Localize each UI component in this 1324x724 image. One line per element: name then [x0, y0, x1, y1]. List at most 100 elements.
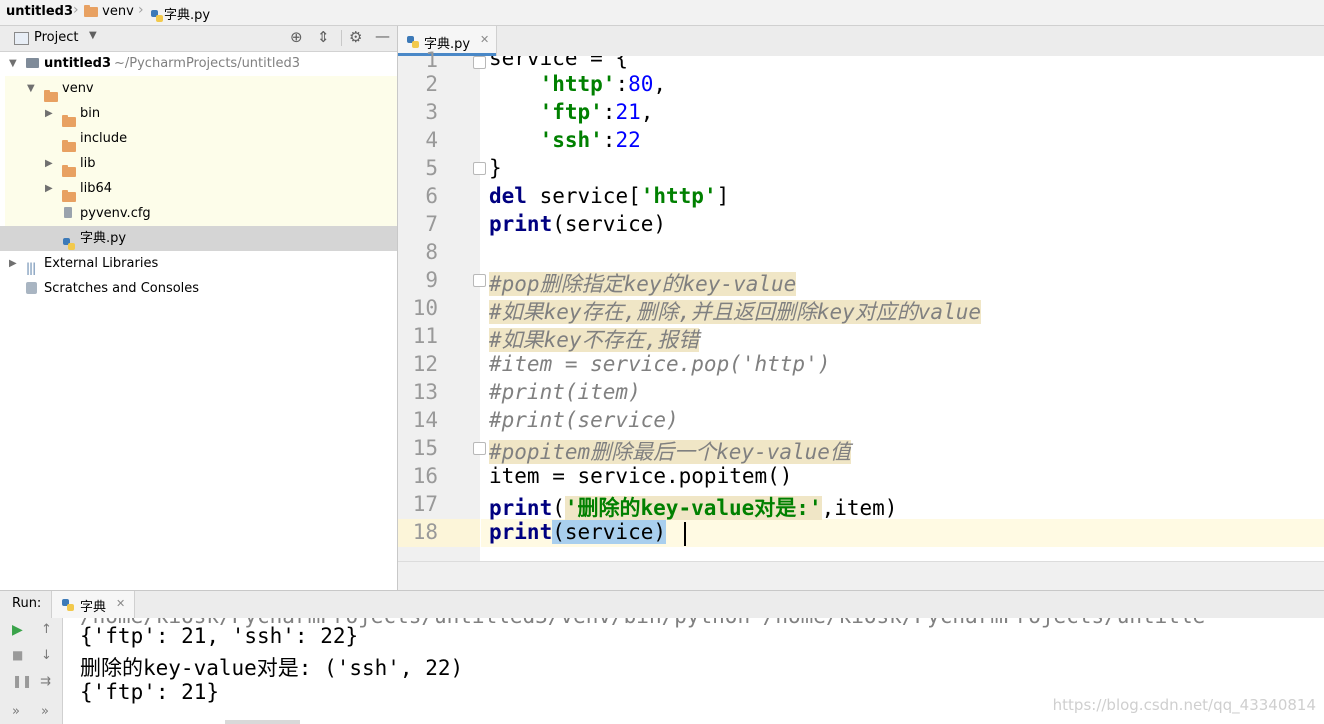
tree-item-venv[interactable]: ▼ venv [0, 76, 397, 102]
keyword-token: del [489, 184, 527, 208]
string-token: 'ftp' [539, 100, 603, 124]
breadcrumb-project[interactable]: untitled3 [6, 4, 73, 19]
tree-item-label: untitled3 [44, 56, 112, 71]
string-token: 'ssh' [539, 128, 603, 152]
pause-icon[interactable]: ❚❚ [12, 674, 32, 688]
editor-empty-area [398, 561, 1324, 591]
number-token: 22 [615, 128, 641, 152]
line-number: 13 [412, 380, 438, 404]
chevron-down-icon[interactable]: ▼ [89, 30, 97, 41]
fold-marker-icon[interactable] [473, 162, 486, 175]
tree-item-label: lib [80, 156, 96, 171]
tree-item-lib[interactable]: ▶ lib [0, 151, 397, 177]
scratches-icon [26, 282, 37, 294]
minimize-icon[interactable]: — [375, 27, 390, 45]
code-line: del service['http'] [489, 184, 729, 208]
run-tab-label: 字典 [80, 600, 107, 615]
line-number: 8 [425, 240, 438, 264]
stop-icon[interactable]: ■ [12, 648, 23, 662]
string-token: 'http' [640, 184, 717, 208]
run-toolbar: ▶ ↑ ■ ↓ ❚❚ ⇉ » » [0, 618, 63, 724]
fold-marker-icon[interactable] [473, 274, 486, 287]
code-token: ,item) [821, 496, 898, 520]
folder-icon [44, 89, 58, 102]
folder-symlink-icon [62, 189, 76, 202]
up-arrow-icon[interactable]: ↑ [41, 622, 52, 637]
code-line: 'ftp':21, [539, 100, 654, 124]
wrap-icon[interactable]: ⇉ [40, 674, 51, 689]
tree-item-project-root[interactable]: ▼ untitled3 ~/PycharmProjects/untitled3 [0, 51, 397, 76]
watermark: https://blog.csdn.net/qq_43340814 [1052, 696, 1316, 714]
breadcrumb-separator: › [138, 2, 144, 18]
collapse-icon[interactable]: ⇕ [317, 28, 330, 46]
comment-token: #如果key存在,删除,并且返回删除key对应的value [489, 300, 982, 324]
console-line: 删除的key-value对是: ('ssh', 22) [80, 656, 464, 680]
breadcrumb-file[interactable]: 字典.py [150, 4, 210, 23]
collapse-arrow-icon[interactable]: ▶ [45, 176, 53, 201]
string-token: 'http' [539, 72, 616, 96]
tree-item-pyvenv-cfg[interactable]: pyvenv.cfg [0, 201, 397, 226]
comment-token: #pop删除指定key的key-value [489, 272, 797, 296]
tree-item-scratches[interactable]: Scratches and Consoles [0, 276, 397, 301]
tree-item-label: bin [80, 106, 101, 121]
scrollbar[interactable] [225, 720, 300, 724]
python-file-icon [62, 237, 76, 251]
comment-token: #popitem删除最后一个key-value值 [489, 440, 851, 464]
tree-item-label: External Libraries [44, 256, 159, 271]
play-icon[interactable]: ▶ [12, 622, 23, 638]
python-file-icon [61, 598, 75, 612]
line-number: 16 [412, 464, 438, 488]
down-arrow-icon[interactable]: ↓ [41, 648, 52, 663]
target-icon[interactable]: ⊕ [290, 28, 303, 46]
navigation-bar: untitled3 › venv › 字典.py [0, 0, 1324, 26]
run-label: Run: [12, 596, 42, 611]
code-line: } [489, 156, 502, 180]
tree-item-label: Scratches and Consoles [44, 281, 200, 296]
expand-arrow-icon[interactable]: ▼ [27, 76, 35, 101]
close-icon[interactable]: ✕ [116, 597, 125, 610]
divider [341, 30, 342, 46]
breadcrumb-folder[interactable]: venv [84, 4, 134, 19]
tree-item-label: pyvenv.cfg [80, 206, 151, 221]
expand-arrow-icon[interactable]: ▼ [9, 51, 17, 76]
tree-item-path: ~/PycharmProjects/untitled3 [114, 56, 300, 71]
run-tab[interactable]: 字典 ✕ [51, 591, 135, 618]
collapse-arrow-icon[interactable]: ▶ [45, 151, 53, 176]
tree-item-bin[interactable]: ▶ bin [0, 101, 397, 127]
line-number: 3 [425, 100, 438, 124]
project-view-icon [14, 32, 29, 45]
collapse-arrow-icon[interactable]: ▶ [45, 101, 53, 126]
code-line: #pop删除指定key的key-value [489, 268, 797, 298]
close-icon[interactable]: ✕ [480, 33, 489, 46]
more-icon[interactable]: » [41, 704, 49, 719]
project-panel: Project ▼ ⊕ ⇕ ⚙ — ▼ untitled3 ~/PycharmP… [0, 26, 398, 590]
code-line: service = { [489, 56, 629, 70]
project-view-selector[interactable]: Project [34, 30, 78, 45]
line-number: 5 [425, 156, 438, 180]
gear-icon[interactable]: ⚙ [349, 28, 362, 46]
tree-item-lib64[interactable]: ▶ lib64 [0, 176, 397, 202]
code-line: #如果key存在,删除,并且返回删除key对应的value [489, 296, 982, 326]
code-line: #popitem删除最后一个key-value值 [489, 436, 851, 466]
code-token: (service) [552, 520, 667, 544]
breadcrumb-separator: › [73, 2, 79, 18]
python-file-icon [150, 9, 164, 23]
keyword-token: print [489, 212, 553, 236]
code-line: #item = service.pop('http') [489, 352, 830, 376]
tree-item-external-libraries[interactable]: ▶ ||| External Libraries [0, 251, 397, 276]
project-panel-header: Project ▼ ⊕ ⇕ ⚙ — [0, 26, 397, 52]
line-number: 15 [412, 436, 438, 460]
run-panel-header: Run: 字典 ✕ [0, 590, 1324, 619]
fold-marker-icon[interactable] [473, 442, 486, 455]
number-token: 21 [615, 100, 641, 124]
code-line: #print(item) [489, 380, 641, 404]
collapse-arrow-icon[interactable]: ▶ [9, 251, 17, 276]
more-icon[interactable]: » [12, 704, 20, 719]
tree-item-include[interactable]: include [0, 126, 397, 152]
folder-icon [62, 139, 76, 152]
line-number: 1 [425, 48, 438, 72]
code-line: 'ssh':22 [539, 128, 641, 152]
python-file-icon [406, 35, 420, 49]
code-token: service[ [526, 184, 641, 208]
tree-item-selected-file[interactable]: 字典.py [0, 226, 397, 251]
